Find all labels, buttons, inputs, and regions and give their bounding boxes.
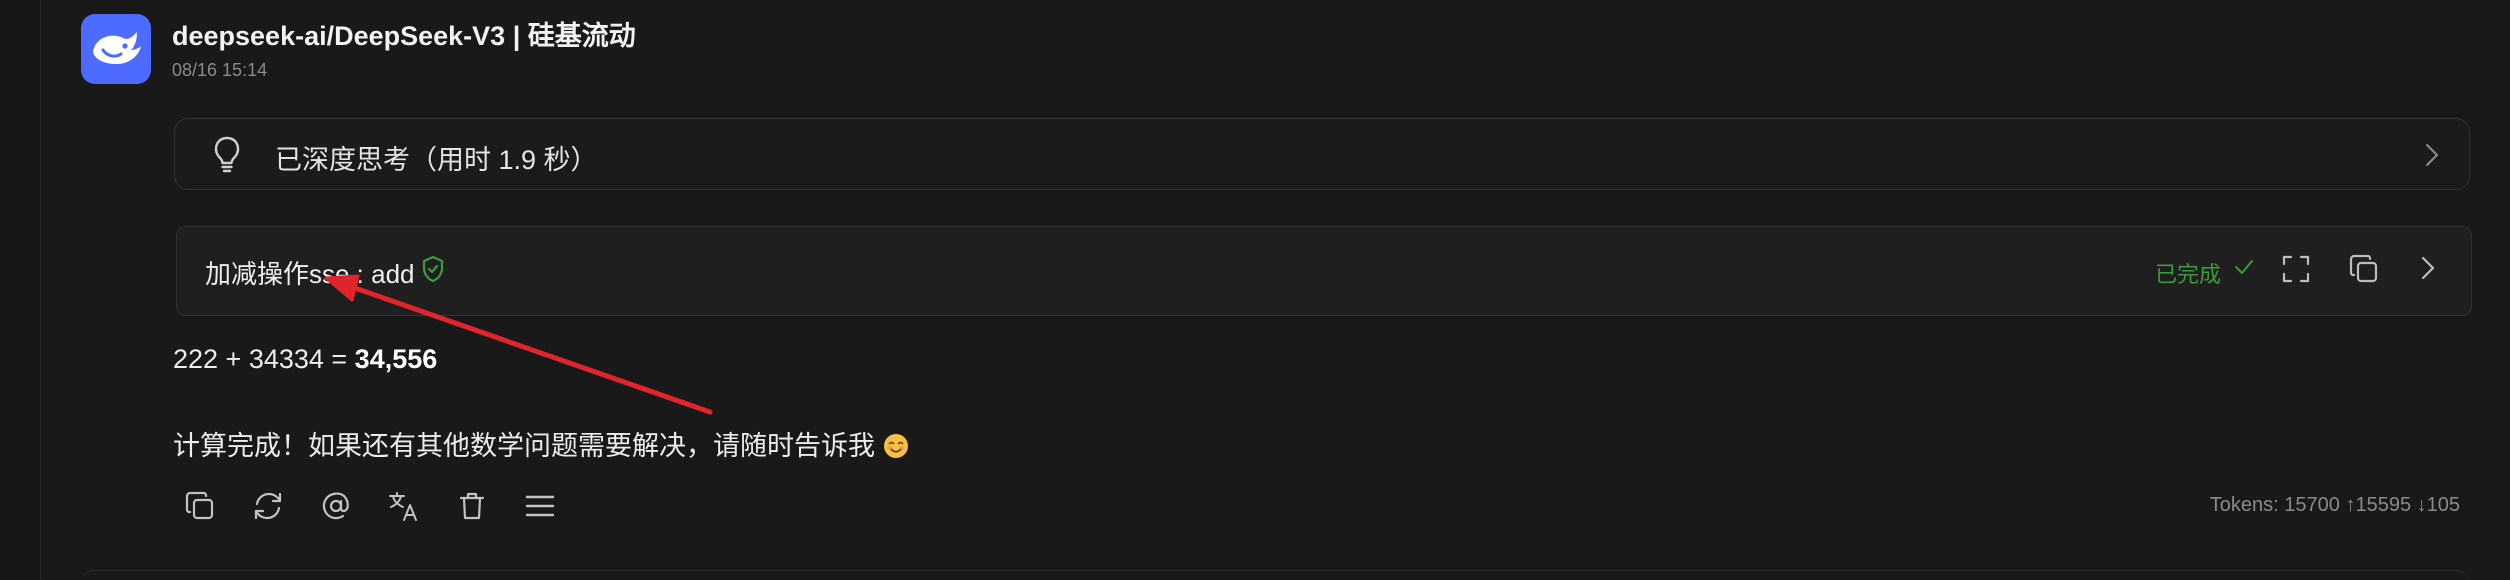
followup-message: 计算完成！如果还有其他数学问题需要解决，请随时告诉我 xyxy=(173,431,875,461)
tool-call-card[interactable]: 加减操作sse : add 已完成 xyxy=(176,226,2472,316)
smiling-face-icon xyxy=(884,434,908,458)
thinking-label: 已深度思考（用时 1.9 秒） xyxy=(275,145,598,175)
token-usage: Tokens: 15700 ↑15595 ↓105 xyxy=(2209,494,2460,516)
copy-icon[interactable] xyxy=(2349,254,2379,289)
chevron-right-icon xyxy=(2425,143,2439,172)
calculation-result: 222 + 34334 = 34,556 xyxy=(173,344,437,375)
message-timestamp: 08/16 15:14 xyxy=(172,60,268,80)
lightbulb-icon xyxy=(213,135,241,178)
tool-status: 已完成 xyxy=(2155,262,2222,287)
translate-icon xyxy=(389,492,417,521)
left-rail xyxy=(0,0,41,580)
calculation-answer: 34,556 xyxy=(354,344,438,374)
sender-name: deepseek-ai/DeepSeek-V3 | 硅基流动 xyxy=(172,21,636,51)
calculation-expression: 222 + 34334 = xyxy=(173,344,355,374)
chat-page: deepseek-ai/DeepSeek-V3 | 硅基流动 08/16 15:… xyxy=(0,0,2510,580)
check-icon xyxy=(2233,256,2255,283)
at-icon xyxy=(322,492,349,520)
trash-icon xyxy=(459,492,485,520)
delete-button[interactable] xyxy=(454,488,490,524)
menu-button[interactable] xyxy=(522,488,558,524)
shield-check-icon xyxy=(421,255,445,288)
menu-icon xyxy=(525,495,555,517)
regenerate-button[interactable] xyxy=(250,488,286,524)
copy-button[interactable] xyxy=(182,488,218,524)
copy-icon xyxy=(185,491,214,520)
mention-button[interactable] xyxy=(318,488,354,524)
translate-button[interactable] xyxy=(386,488,422,524)
followup-text: 计算完成！如果还有其他数学问题需要解决，请随时告诉我 xyxy=(173,424,909,463)
refresh-icon xyxy=(254,492,282,520)
thinking-toggle[interactable]: 已深度思考（用时 1.9 秒） xyxy=(174,118,2470,190)
tool-call-name: 加减操作sse : add xyxy=(205,259,415,289)
avatar[interactable] xyxy=(81,14,151,84)
chevron-right-icon[interactable] xyxy=(2421,256,2435,285)
next-message-edge xyxy=(80,570,2470,580)
fullscreen-icon[interactable] xyxy=(2281,254,2311,289)
whale-icon xyxy=(93,32,141,64)
